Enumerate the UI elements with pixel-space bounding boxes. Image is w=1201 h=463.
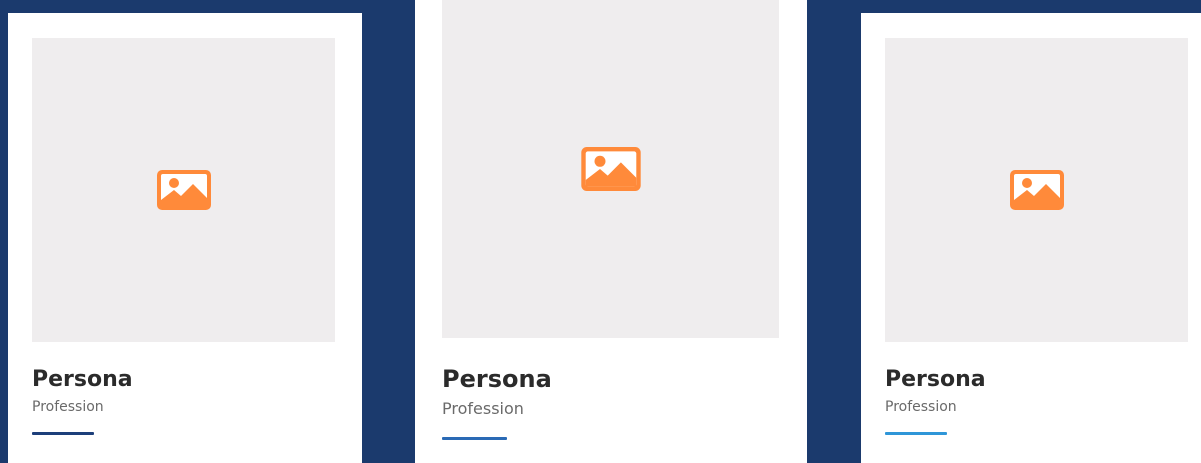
persona-photo-placeholder (885, 38, 1188, 342)
image-placeholder-icon (580, 147, 641, 191)
persona-card-2[interactable]: Persona Profession (415, 0, 807, 463)
persona-profession: Profession (32, 399, 104, 415)
persona-photo-placeholder (32, 38, 335, 342)
accent-underline (32, 432, 94, 435)
accent-underline (442, 437, 507, 440)
accent-underline (885, 432, 947, 435)
image-placeholder-icon (156, 170, 211, 210)
persona-profession: Profession (885, 399, 957, 415)
persona-profession: Profession (442, 399, 524, 418)
persona-card-3[interactable]: Persona Profession (861, 13, 1201, 463)
persona-name: Persona (32, 367, 133, 392)
persona-photo-placeholder (442, 0, 779, 338)
persona-name: Persona (885, 367, 986, 392)
persona-name: Persona (442, 365, 552, 393)
image-placeholder-icon (1009, 170, 1064, 210)
persona-card-1[interactable]: Persona Profession (8, 13, 362, 463)
